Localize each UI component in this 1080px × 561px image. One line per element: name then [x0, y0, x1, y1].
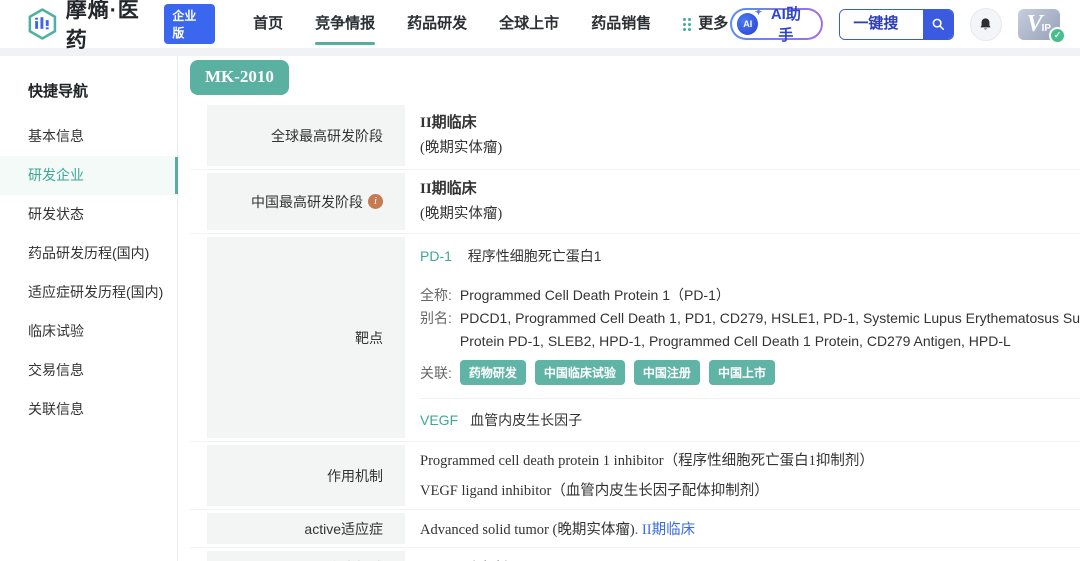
row-china-highest-phase: 中国最高研发阶段 i II期临床 (晚期实体瘤) — [190, 170, 1080, 234]
row-value: II期临床 (晚期实体瘤) — [405, 170, 1080, 233]
row-value: Programmed cell death protein 1 inhibito… — [405, 442, 1080, 509]
indication-phase-link[interactable]: II期临床 — [642, 522, 695, 538]
target-full-name-line: 全称: Programmed Cell Death Protein 1（PD-1… — [420, 284, 1080, 307]
drug-info-table: 全球最高研发阶段 II期临床 (晚期实体瘤) 中国最高研发阶段 i II期临床 … — [190, 102, 1080, 561]
top-navbar: 摩熵·医药 企业版 首页 竞争情报 药品研发 全球上市 药品销售 更多 AI A… — [0, 0, 1080, 52]
drug-name-tag: MK-2010 — [190, 60, 289, 95]
alias-line-2: Protein PD-1, SLEB2, HPD-1, Programmed C… — [459, 333, 1011, 349]
sidebar-item-deals[interactable]: 交易信息 — [0, 351, 177, 390]
vip-badge[interactable]: V IP ✓ — [1017, 8, 1066, 44]
row-active-indication: active适应症 Advanced solid tumor (晚期实体瘤). … — [190, 510, 1080, 548]
sidebar-title: 快捷导航 — [28, 83, 89, 100]
quick-nav-sidebar: 快捷导航 基本信息 研发企业 研发状态 药品研发历程(国内) 适应症研发历程(国… — [0, 56, 178, 561]
drug-detail-content: MK-2010 全球最高研发阶段 II期临床 (晚期实体瘤) 中国最高研发阶段 … — [178, 56, 1080, 561]
nav-item-drug-rd[interactable]: 药品研发 — [405, 0, 469, 48]
grid-dots-icon — [683, 17, 687, 21]
therapy-area-text: Cancer（肿瘤） — [420, 557, 1080, 561]
link-tag-china-registration[interactable]: 中国注册 — [633, 360, 700, 385]
mechanism-line-2: VEGF ligand inhibitor（血管内皮生长因子配体抑制剂） — [420, 482, 769, 499]
ai-assistant-button[interactable]: AI AI助手 — [730, 6, 823, 44]
alias-key: 别名: — [420, 310, 452, 326]
nav-item-more[interactable]: 更多 — [681, 0, 730, 48]
sidebar-item-rd-status[interactable]: 研发状态 — [0, 195, 177, 234]
row-global-highest-phase: 全球最高研发阶段 II期临床 (晚期实体瘤) — [190, 102, 1080, 170]
sidebar-item-drug-rd-history[interactable]: 药品研发历程(国内) — [0, 234, 177, 273]
link-tag-china-listed[interactable]: 中国上市 — [708, 360, 775, 385]
vip-check-icon: ✓ — [1048, 26, 1066, 44]
sidebar-item-indication-rd-history[interactable]: 适应症研发历程(国内) — [0, 273, 177, 312]
phase-note: (晚期实体瘤) — [420, 205, 503, 222]
nav-item-global-listed[interactable]: 全球上市 — [497, 0, 561, 48]
target-name: 程序性细胞死亡蛋白1 — [467, 248, 602, 264]
notification-bell-button[interactable] — [969, 7, 1002, 41]
sidebar-item-clinical-trials[interactable]: 临床试验 — [0, 312, 177, 351]
link-tag-china-clinical-trials[interactable]: 中国临床试验 — [534, 360, 625, 385]
sidebar-item-related-info[interactable]: 关联信息 — [0, 390, 177, 429]
vip-v-glyph: V — [1026, 11, 1043, 37]
nav-item-drug-sales[interactable]: 药品销售 — [589, 0, 653, 48]
row-label: active适应症 — [207, 513, 405, 544]
row-label-text: 中国最高研发阶段 — [251, 193, 363, 210]
row-label: 作用机制 — [207, 445, 405, 506]
row-label: 全球最高研发阶段 — [207, 105, 405, 166]
ai-assistant-label: AI助手 — [770, 6, 801, 44]
nav-more-label: 更多 — [698, 15, 729, 32]
info-icon[interactable]: i — [368, 194, 383, 209]
target-secondary-head: VEGF 血管内皮生长因子 — [420, 399, 1080, 441]
target-links-line: 关联: 药物研发 中国临床试验 中国注册 中国上市 — [420, 360, 1080, 385]
row-value: II期临床 (晚期实体瘤) — [405, 102, 1080, 169]
app-logo[interactable]: 摩熵·医药 企业版 — [26, 0, 216, 54]
navbar-right: AI AI助手 一键搜索 V IP ✓ — [730, 6, 1066, 44]
sidebar-item-basic-info[interactable]: 基本信息 — [0, 117, 177, 156]
search-iconbox[interactable] — [923, 9, 953, 39]
indication-text: Advanced solid tumor (晚期实体瘤) — [420, 522, 635, 538]
bell-icon — [980, 17, 991, 30]
row-value: Cancer（肿瘤） — [405, 548, 1080, 561]
target-primary-head: PD-1 程序性细胞死亡蛋白1 — [420, 246, 1080, 266]
link-tag-drug-rd[interactable]: 药物研发 — [459, 360, 526, 385]
ai-logo-icon: AI — [737, 7, 762, 35]
target-name: 血管内皮生长因子 — [470, 412, 583, 428]
row-label: 治疗领域 — [207, 551, 405, 561]
mechanism-line-1: Programmed cell death protein 1 inhibito… — [420, 452, 874, 469]
full-name-key: 全称: — [420, 287, 452, 303]
row-therapy-area: 治疗领域 Cancer（肿瘤） — [190, 548, 1080, 561]
phase-value: II期临床 — [420, 180, 477, 197]
links-key: 关联: — [420, 364, 452, 381]
target-code-link[interactable]: PD-1 — [420, 248, 452, 264]
search-icon — [932, 18, 945, 31]
row-target: 靶点 PD-1 程序性细胞死亡蛋白1 全称: Programmed Cell D… — [190, 234, 1080, 442]
nav-item-home[interactable]: 首页 — [251, 0, 285, 48]
main-nav: 首页 竞争情报 药品研发 全球上市 药品销售 更多 — [251, 0, 730, 48]
row-value: Advanced solid tumor (晚期实体瘤). II期临床 — [405, 510, 1080, 547]
target-alias-line: 别名: PDCD1, Programmed Cell Death 1, PD1,… — [420, 307, 1080, 353]
logo-hexagon-icon — [28, 8, 57, 40]
edition-badge: 企业版 — [164, 4, 216, 44]
alias-value: PDCD1, Programmed Cell Death 1, PD1, CD2… — [460, 307, 1080, 353]
nav-item-competitive-intel[interactable]: 竞争情报 — [313, 0, 377, 48]
row-label: 中国最高研发阶段 i — [207, 173, 405, 230]
indication-separator: . — [634, 522, 639, 538]
quick-search-button[interactable]: 一键搜索 — [839, 8, 954, 40]
full-name-value: Programmed Cell Death Protein 1（PD-1） — [459, 287, 730, 303]
sidebar-item-rd-companies[interactable]: 研发企业 — [0, 156, 178, 195]
row-label: 靶点 — [207, 237, 405, 438]
phase-value: II期临床 — [420, 114, 477, 131]
logo-text: 摩熵·医药 — [65, 0, 140, 52]
indication-line: Advanced solid tumor (晚期实体瘤). II期临床 — [420, 518, 1080, 539]
alias-line-1: PDCD1, Programmed Cell Death 1, PD1, CD2… — [459, 310, 1080, 326]
quick-search-label: 一键搜索 — [840, 9, 924, 39]
phase-note: (晚期实体瘤) — [420, 139, 503, 156]
row-mechanism: 作用机制 Programmed cell death protein 1 inh… — [190, 442, 1080, 510]
row-value: PD-1 程序性细胞死亡蛋白1 全称: Programmed Cell Deat… — [405, 234, 1080, 441]
target-code-link[interactable]: VEGF — [420, 412, 458, 428]
